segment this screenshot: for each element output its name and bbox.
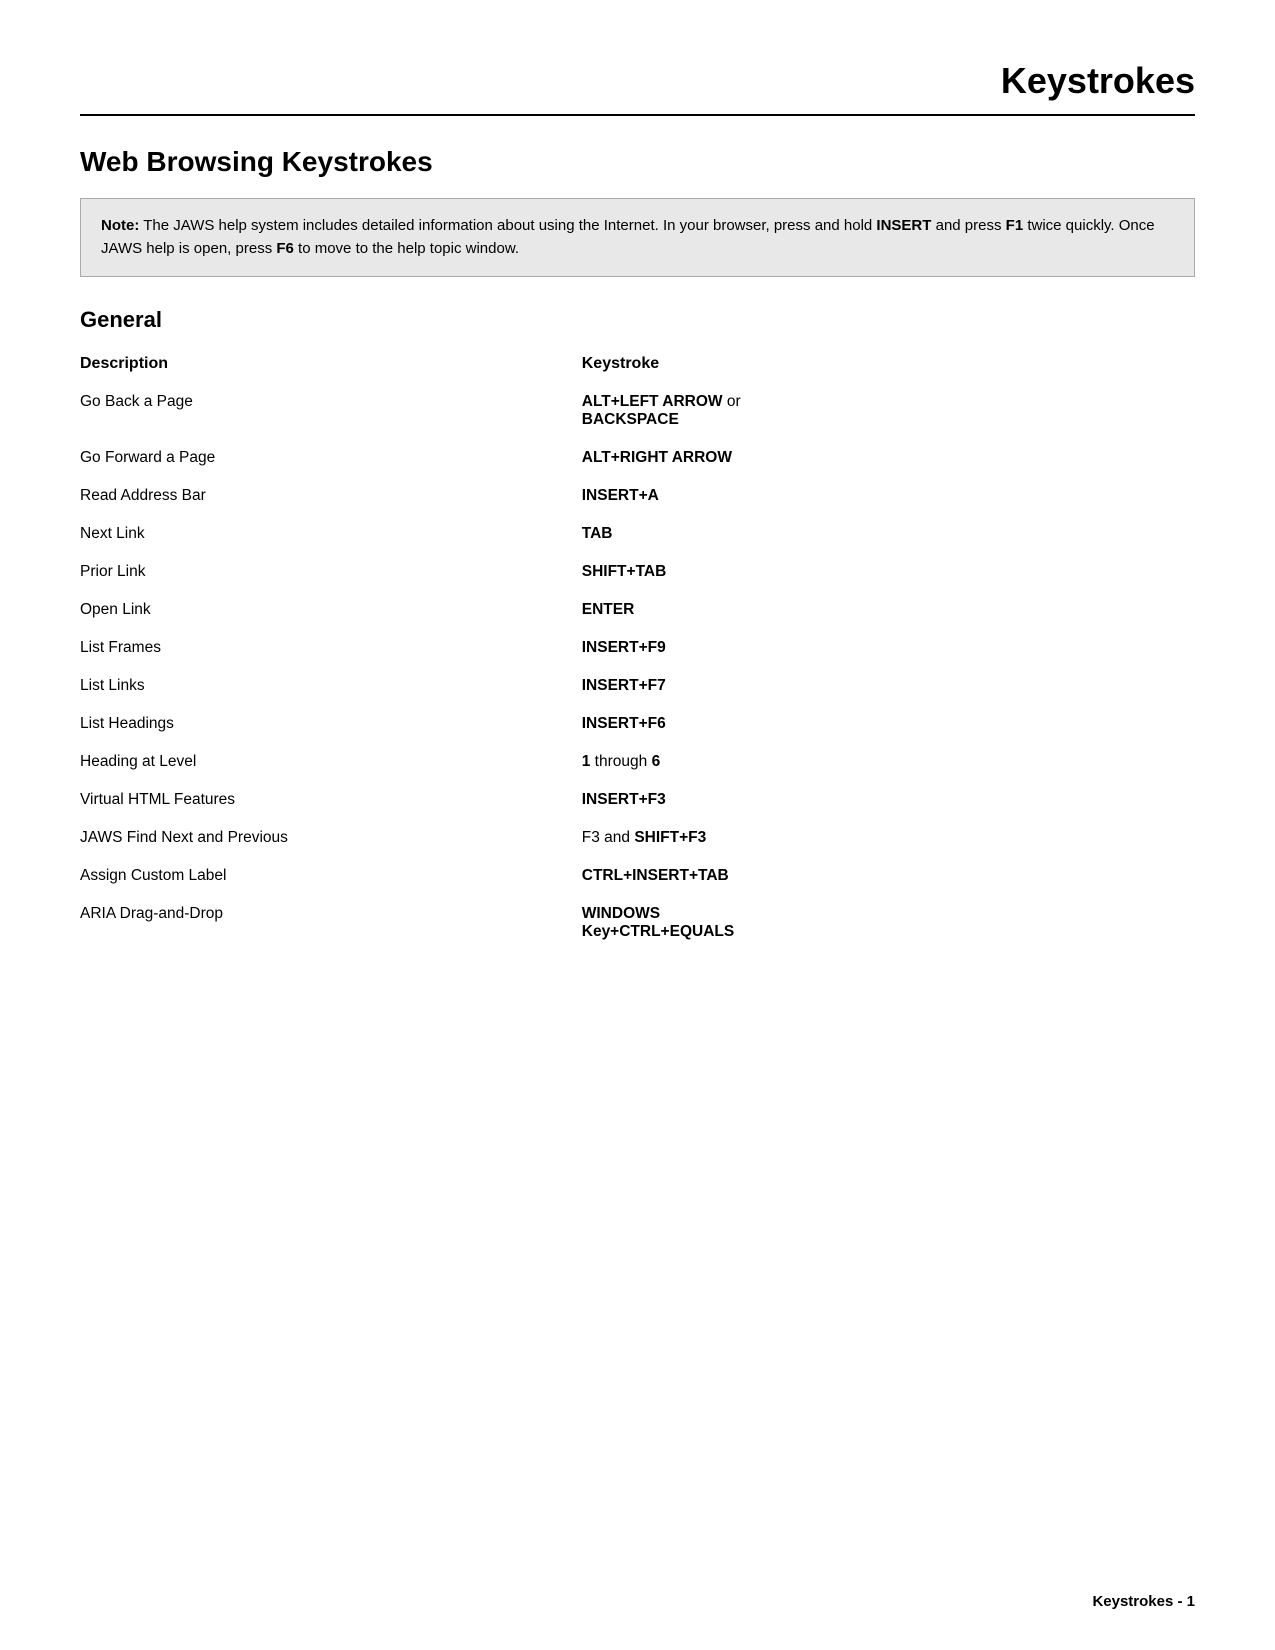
col-header-description: Description <box>80 349 582 383</box>
note-bold-3: F6 <box>276 240 294 257</box>
row-keystroke: 1 through 6 <box>582 743 1195 781</box>
row-keystroke: WINDOWSKey+CTRL+EQUALS <box>582 895 1195 951</box>
row-description: List Headings <box>80 705 582 743</box>
row-keystroke: INSERT+F7 <box>582 667 1195 705</box>
note-bold-1: INSERT <box>876 217 931 234</box>
general-heading: General <box>80 307 1195 333</box>
table-row: Prior LinkSHIFT+TAB <box>80 553 1195 591</box>
note-text-1: The JAWS help system includes detailed i… <box>143 217 876 234</box>
table-row: Assign Custom LabelCTRL+INSERT+TAB <box>80 857 1195 895</box>
row-description: Read Address Bar <box>80 477 582 515</box>
table-row: Open LinkENTER <box>80 591 1195 629</box>
page-title: Keystrokes <box>1001 60 1195 101</box>
col-header-keystroke: Keystroke <box>582 349 1195 383</box>
row-keystroke: ALT+LEFT ARROW orBACKSPACE <box>582 383 1195 439</box>
row-keystroke: F3 and SHIFT+F3 <box>582 819 1195 857</box>
table-row: List HeadingsINSERT+F6 <box>80 705 1195 743</box>
row-description: Assign Custom Label <box>80 857 582 895</box>
row-description: Go Forward a Page <box>80 439 582 477</box>
table-header-row: Description Keystroke <box>80 349 1195 383</box>
note-text-2: and press <box>931 217 1005 234</box>
row-keystroke: SHIFT+TAB <box>582 553 1195 591</box>
table-row: List LinksINSERT+F7 <box>80 667 1195 705</box>
row-description: Go Back a Page <box>80 383 582 439</box>
row-description: Open Link <box>80 591 582 629</box>
row-keystroke: CTRL+INSERT+TAB <box>582 857 1195 895</box>
row-description: Heading at Level <box>80 743 582 781</box>
section-heading: Web Browsing Keystrokes <box>80 146 1195 178</box>
table-row: Read Address BarINSERT+A <box>80 477 1195 515</box>
row-description: List Frames <box>80 629 582 667</box>
table-row: JAWS Find Next and PreviousF3 and SHIFT+… <box>80 819 1195 857</box>
row-description: Next Link <box>80 515 582 553</box>
row-keystroke: INSERT+A <box>582 477 1195 515</box>
row-description: Virtual HTML Features <box>80 781 582 819</box>
page-title-section: Keystrokes <box>80 60 1195 116</box>
table-row: Go Forward a PageALT+RIGHT ARROW <box>80 439 1195 477</box>
row-description: JAWS Find Next and Previous <box>80 819 582 857</box>
page-footer: Keystrokes - 1 <box>1092 1593 1195 1610</box>
table-row: ARIA Drag-and-DropWINDOWSKey+CTRL+EQUALS <box>80 895 1195 951</box>
table-row: Go Back a PageALT+LEFT ARROW orBACKSPACE <box>80 383 1195 439</box>
table-row: List FramesINSERT+F9 <box>80 629 1195 667</box>
note-text-4: to move to the help topic window. <box>294 240 519 257</box>
table-row: Virtual HTML FeaturesINSERT+F3 <box>80 781 1195 819</box>
row-keystroke: ENTER <box>582 591 1195 629</box>
row-description: ARIA Drag-and-Drop <box>80 895 582 951</box>
note-box: Note: The JAWS help system includes deta… <box>80 198 1195 277</box>
row-description: Prior Link <box>80 553 582 591</box>
keystroke-table: Description Keystroke Go Back a PageALT+… <box>80 349 1195 951</box>
row-keystroke: TAB <box>582 515 1195 553</box>
table-row: Next LinkTAB <box>80 515 1195 553</box>
row-keystroke: INSERT+F3 <box>582 781 1195 819</box>
note-bold-2: F1 <box>1006 217 1024 234</box>
row-keystroke: INSERT+F6 <box>582 705 1195 743</box>
note-label: Note: <box>101 217 139 234</box>
table-row: Heading at Level1 through 6 <box>80 743 1195 781</box>
row-keystroke: ALT+RIGHT ARROW <box>582 439 1195 477</box>
row-description: List Links <box>80 667 582 705</box>
row-keystroke: INSERT+F9 <box>582 629 1195 667</box>
